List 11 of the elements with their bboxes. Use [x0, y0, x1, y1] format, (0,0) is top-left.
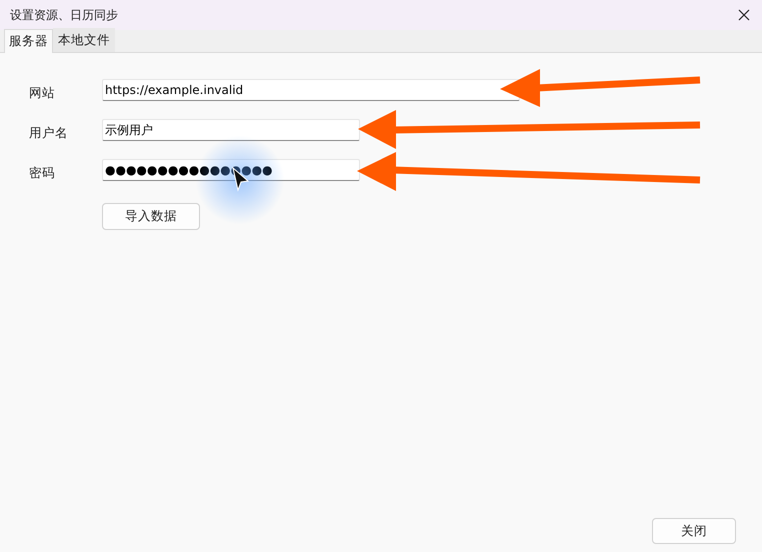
input-field[interactable]: 示例用户 [102, 119, 360, 141]
field-label: 密码 [28, 164, 56, 182]
tab[interactable]: 本地文件 [53, 28, 115, 52]
window-title: 设置资源、日历同步 [10, 7, 118, 24]
import-button[interactable]: 导入数据 [102, 203, 200, 230]
field-label: 用户名 [28, 124, 69, 142]
tab[interactable]: 服务器 [4, 29, 53, 53]
field-label: 网站 [28, 84, 56, 102]
close-button[interactable]: 关闭 [652, 518, 736, 544]
input-field[interactable]: https://example.invalid [102, 79, 520, 101]
input-field[interactable]: ●●●●●●●●●●●●●●●● [102, 159, 360, 181]
